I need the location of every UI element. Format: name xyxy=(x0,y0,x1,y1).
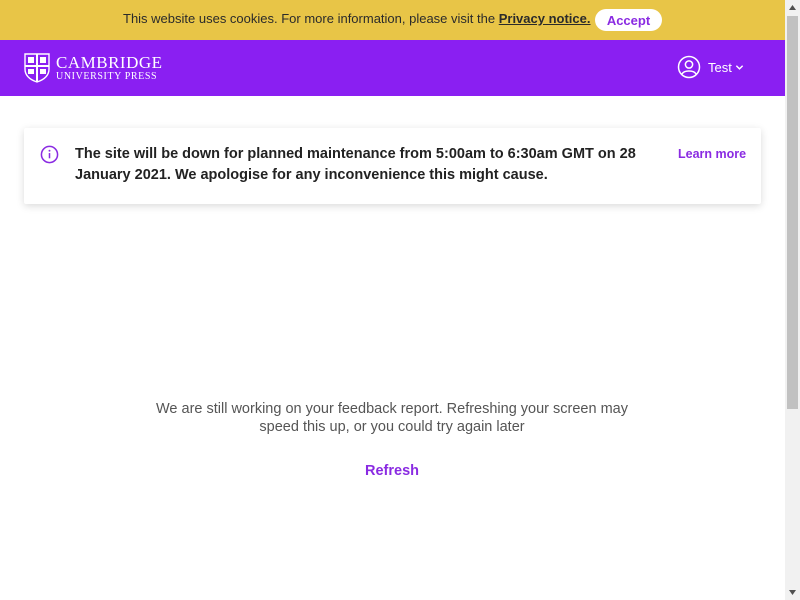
logo-wordmark: CAMBRIDGE UNIVERSITY PRESS xyxy=(56,54,163,82)
learn-more-link[interactable]: Learn more xyxy=(678,147,746,161)
logo-line-cambridge: CAMBRIDGE xyxy=(56,53,163,72)
scrollbar-thumb[interactable] xyxy=(787,16,798,409)
site-header: CAMBRIDGE UNIVERSITY PRESS Test xyxy=(0,40,785,96)
maintenance-notice: The site will be down for planned mainte… xyxy=(24,128,761,204)
feedback-status-message: We are still working on your feedback re… xyxy=(155,401,628,435)
cookie-message: This website uses cookies. For more info… xyxy=(123,11,591,26)
refresh-button[interactable]: Refresh xyxy=(342,463,442,479)
chevron-down-icon xyxy=(735,64,744,70)
cambridge-logo[interactable]: CAMBRIDGE UNIVERSITY PRESS xyxy=(24,53,163,83)
cookie-banner: This website uses cookies. For more info… xyxy=(0,0,785,40)
cookie-text: This website uses cookies. For more info… xyxy=(123,11,499,26)
user-avatar-icon xyxy=(677,55,701,79)
scrollbar[interactable] xyxy=(785,0,800,600)
info-icon xyxy=(40,145,59,164)
scroll-up-icon[interactable] xyxy=(785,0,800,15)
privacy-notice-link[interactable]: Privacy notice. xyxy=(499,11,591,26)
logo-line-university-press: UNIVERSITY PRESS xyxy=(56,71,158,82)
accept-cookies-button[interactable]: Accept xyxy=(595,9,662,31)
user-name: Test xyxy=(708,59,732,75)
notice-message: The site will be down for planned mainte… xyxy=(75,146,636,183)
user-menu[interactable]: Test xyxy=(677,55,744,79)
shield-crest-icon xyxy=(24,53,50,83)
scroll-down-icon[interactable] xyxy=(785,585,800,600)
